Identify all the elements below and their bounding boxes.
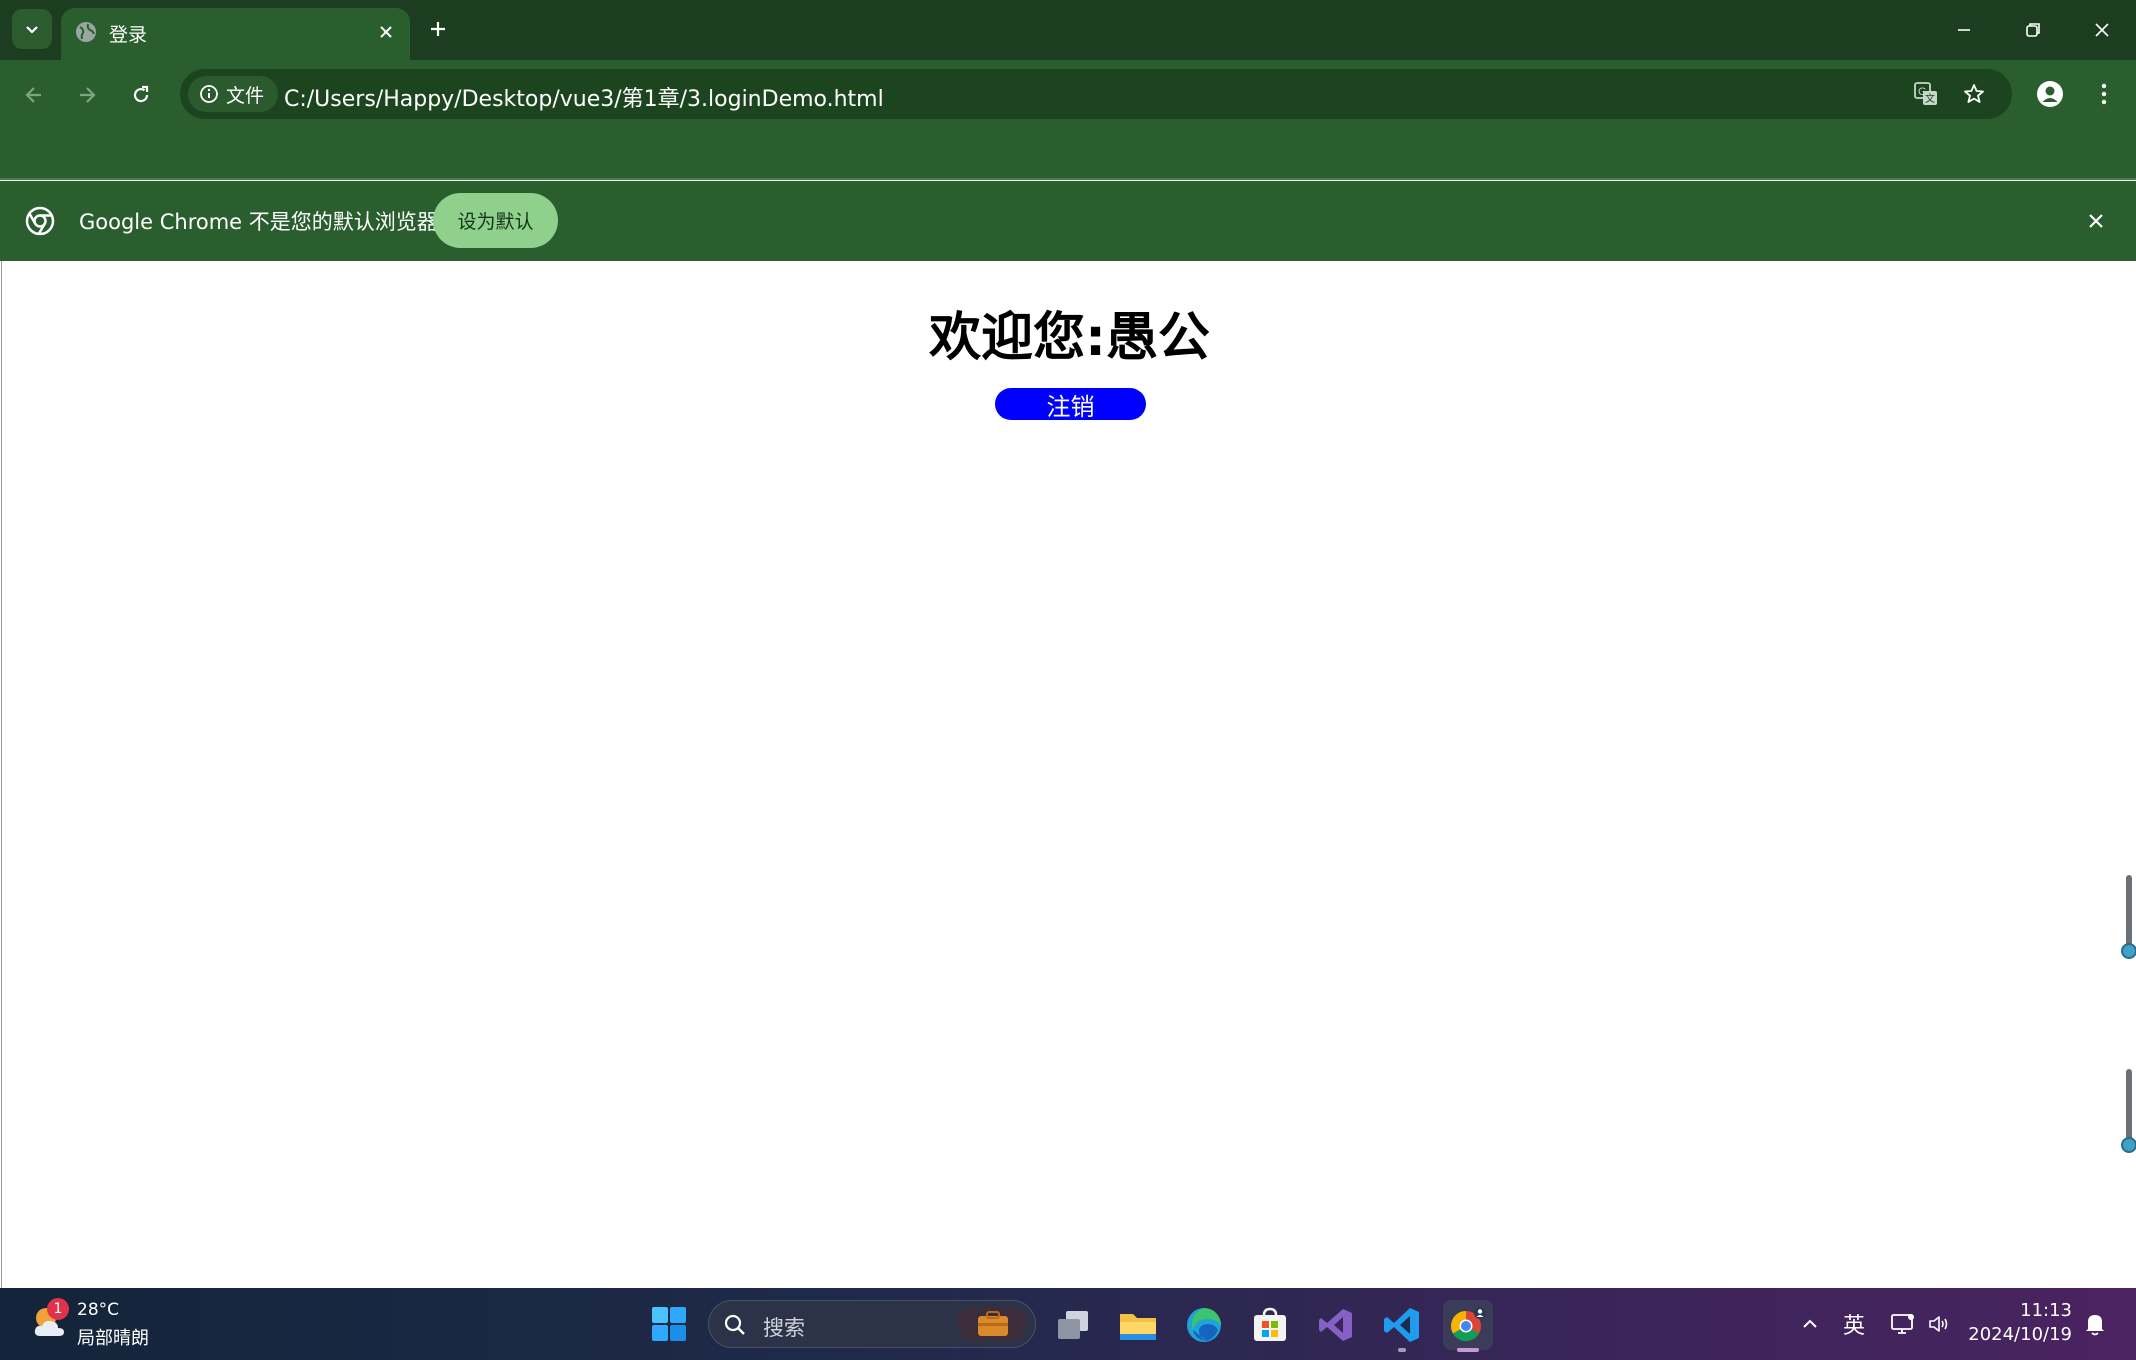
set-default-button[interactable]: 设为默认 (433, 193, 558, 248)
info-icon (200, 85, 218, 103)
chrome-logo-icon (25, 206, 55, 236)
restore-button[interactable] (1999, 0, 2067, 60)
clock-time[interactable]: 11:13 (2020, 1300, 2072, 1321)
browser-toolbar: 文件 C:/Users/Happy/Desktop/vue3/第1章/3.log… (0, 60, 2136, 180)
bookmark-button[interactable] (1958, 78, 1990, 110)
input-method-indicator[interactable]: 英 (1843, 1308, 1865, 1340)
chevron-up-icon (1803, 1319, 1817, 1328)
network-icon (1891, 1314, 1914, 1334)
weather-badge: 1 (47, 1298, 69, 1320)
url-text[interactable]: C:/Users/Happy/Desktop/vue3/第1章/3.loginD… (284, 81, 884, 113)
tab-title: 登录 (109, 24, 148, 46)
back-button[interactable] (14, 75, 54, 115)
reload-button[interactable] (121, 75, 161, 115)
visual-studio-icon (1319, 1309, 1352, 1341)
start-icon[interactable] (651, 1306, 687, 1342)
running-indicator (1398, 1348, 1406, 1352)
new-tab-button[interactable] (420, 11, 456, 47)
globe-icon (76, 22, 96, 42)
tab-search-button[interactable] (12, 9, 52, 49)
side-handle[interactable] (2120, 875, 2136, 961)
star-icon (1964, 84, 1984, 103)
translate-button[interactable]: G文 (1910, 78, 1942, 110)
page-content: 欢迎您:愚公 注销 (1, 261, 2136, 1288)
active-indicator (1457, 1348, 1479, 1352)
close-icon (2089, 214, 2103, 228)
visual-studio-button[interactable] (1311, 1300, 1361, 1350)
close-icon (2095, 23, 2109, 37)
minimize-button[interactable] (1930, 0, 1998, 60)
minimize-icon (1958, 29, 1970, 31)
tray-overflow-button[interactable] (1797, 1302, 1823, 1346)
weather-temperature: 28°C (77, 1300, 120, 1320)
tab-close-button[interactable] (370, 16, 402, 48)
search-placeholder: 搜索 (763, 1316, 805, 1340)
window-close-button[interactable] (2068, 0, 2136, 60)
briefcase-icon (978, 1311, 1008, 1336)
active-tab[interactable]: 登录 (61, 8, 410, 60)
site-info-label: 文件 (226, 84, 265, 107)
profile-avatar-icon (2037, 81, 2063, 107)
svg-text:文: 文 (1925, 92, 1935, 105)
edge-button[interactable] (1179, 1300, 1229, 1350)
task-view-icon (1058, 1311, 1088, 1339)
arrow-left-icon (25, 87, 41, 103)
volume-button[interactable] (1925, 1302, 1953, 1346)
kebab-menu-icon (2101, 83, 2107, 105)
default-browser-infobar: Google Chrome 不是您的默认浏览器 设为默认 (0, 181, 2136, 261)
menu-button[interactable] (2084, 74, 2124, 114)
network-button[interactable] (1889, 1302, 1917, 1346)
store-icon (1254, 1307, 1286, 1341)
infobar-message: Google Chrome 不是您的默认浏览器 (79, 210, 438, 234)
file-explorer-button[interactable] (1113, 1300, 1163, 1350)
chrome-icon (1450, 1307, 1486, 1342)
task-view-button[interactable] (1048, 1300, 1098, 1350)
arrow-right-icon (80, 87, 96, 103)
screen: 登录 文件 C:/Users/Happy/Desktop/vue3/第1章/3.… (0, 0, 2136, 1360)
vscode-icon (1384, 1308, 1419, 1342)
close-icon (380, 26, 392, 38)
notifications-button[interactable] (2079, 1302, 2111, 1346)
profile-button[interactable] (2030, 74, 2070, 114)
clock-date[interactable]: 2024/10/19 (1968, 1324, 2072, 1345)
taskbar: 1 28°C 局部晴朗 搜索 英 11:13 2024/10/19 (0, 1288, 2136, 1360)
reload-icon (133, 85, 149, 103)
store-button[interactable] (1245, 1300, 1295, 1350)
logout-button[interactable]: 注销 (995, 388, 1146, 421)
chrome-button[interactable] (1443, 1300, 1493, 1352)
chevron-down-icon (26, 26, 38, 34)
speaker-icon (1929, 1316, 1948, 1332)
file-explorer-icon (1120, 1314, 1156, 1340)
infobar-close-button[interactable] (2078, 203, 2114, 239)
weather-condition: 局部晴朗 (77, 1328, 149, 1349)
edge-icon (1187, 1308, 1221, 1342)
tab-strip: 登录 (0, 0, 2136, 60)
site-info-chip[interactable]: 文件 (188, 76, 278, 112)
forward-button[interactable] (67, 75, 107, 115)
bell-icon (2086, 1315, 2104, 1336)
translate-icon: G文 (1914, 82, 1937, 105)
address-bar[interactable]: 文件 C:/Users/Happy/Desktop/vue3/第1章/3.log… (180, 69, 2012, 119)
welcome-heading: 欢迎您:愚公 (929, 308, 1210, 368)
plus-icon (431, 22, 445, 36)
side-handle[interactable] (2120, 1069, 2136, 1155)
search-icon (724, 1314, 745, 1335)
restore-icon (2026, 23, 2040, 37)
search-highlight (957, 1307, 1027, 1341)
vscode-button[interactable] (1377, 1300, 1427, 1352)
taskbar-search[interactable]: 搜索 (708, 1300, 1036, 1348)
